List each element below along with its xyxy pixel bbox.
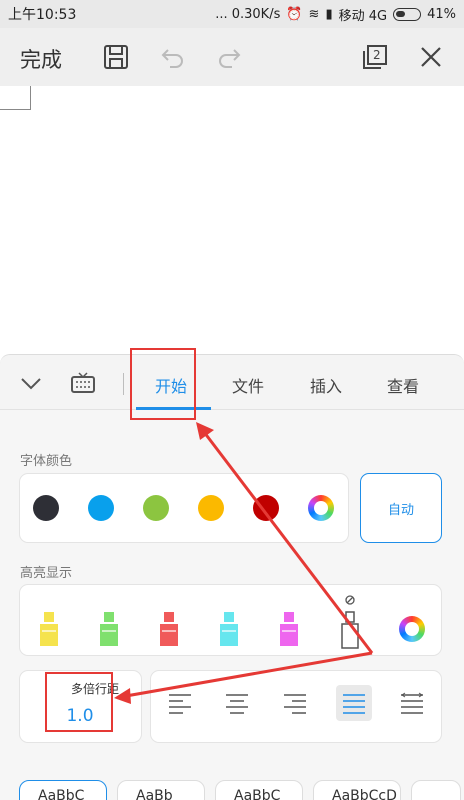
annotation-arrows — [114, 422, 374, 704]
